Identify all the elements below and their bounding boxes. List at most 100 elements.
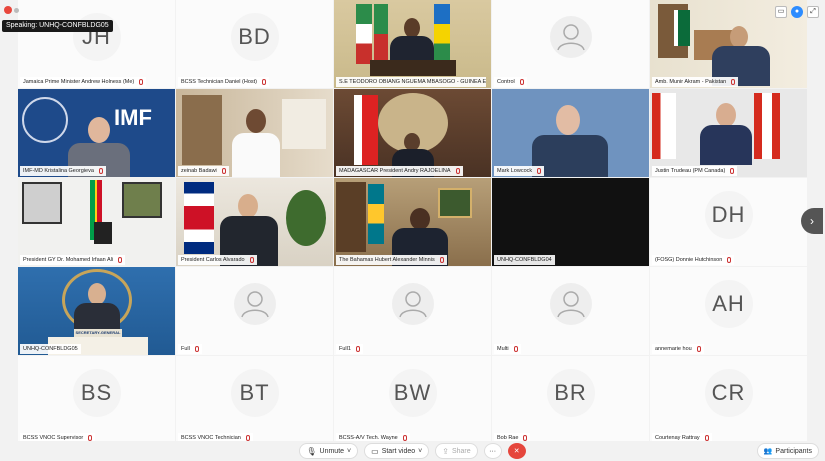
participant-name: UNHQ-CONFBLDG05 (20, 344, 81, 354)
video-feed (492, 89, 649, 177)
participant-tile[interactable]: AH annemarie hou (650, 267, 807, 355)
mic-muted-icon (537, 168, 542, 174)
podium-sign: SECRETARY-GENERAL (74, 329, 122, 337)
next-page-button[interactable]: › (801, 208, 823, 234)
participant-initials: BW (388, 368, 437, 417)
video-feed (334, 178, 491, 266)
participant-tile[interactable]: BS BCSS VNOC Supervisor (18, 356, 175, 444)
video-feed (334, 89, 491, 177)
unmute-button[interactable]: 🎙 Unmute ˅ (299, 443, 359, 459)
video-off-icon: ▭ (371, 446, 379, 456)
view-controls: ▭ ● ⤢ (775, 6, 819, 18)
mic-muted-icon (355, 346, 360, 352)
participants-button[interactable]: 👥 Participants (756, 443, 819, 459)
participant-name: The Bahamas Hubert Alexander Minnis (336, 255, 447, 265)
shield-icon[interactable]: ● (791, 6, 803, 18)
avatar-placeholder-icon (549, 282, 592, 325)
mic-muted-icon (731, 79, 736, 85)
mic-muted-icon (118, 257, 123, 263)
participant-tile[interactable]: MADAGASCAR President Andry RAJOELINA (334, 89, 491, 177)
avatar-placeholder-icon (549, 15, 592, 58)
recording-indicator-icon (4, 6, 12, 14)
participant-tile[interactable]: zeinab Badawi (176, 89, 333, 177)
participant-tile[interactable]: Full1 (334, 267, 491, 355)
mic-muted-icon (262, 79, 267, 85)
participant-initials: AH (704, 279, 753, 328)
participant-name: BCSS Technician Daniel (Host) (178, 77, 270, 87)
status-dot-icon (14, 8, 19, 13)
participant-name: UNHQ-CONFBLDG04 (494, 255, 555, 265)
chevron-right-icon: › (810, 214, 814, 228)
participant-name: annemarie hou (652, 344, 704, 354)
participant-name: Jamaica Prime Minister Andrew Holness (M… (20, 77, 147, 87)
participant-tile[interactable]: Full (176, 267, 333, 355)
video-conference-window: Speaking: UNHQ-CONFBLDG05 ▭ ● ⤢ JH Jamai… (0, 0, 825, 461)
leave-meeting-button[interactable]: ✕ (507, 443, 526, 459)
chevron-down-icon: ˅ (347, 447, 352, 455)
mic-muted-icon (455, 168, 460, 174)
participant-tile[interactable]: Justin Trudeau (PM Canada) (650, 89, 807, 177)
participant-name: President GY Dr. Mohamed Irfaan Ali (20, 255, 126, 265)
mic-muted-icon (98, 168, 103, 174)
participant-tile[interactable]: Control (492, 0, 649, 88)
participant-tile[interactable]: BT BCSS VNOC Technician (176, 356, 333, 444)
participant-tile[interactable]: Multi (492, 267, 649, 355)
close-icon: ✕ (513, 448, 520, 455)
participant-grid: JH Jamaica Prime Minister Andrew Holness… (18, 0, 807, 444)
avatar-placeholder-icon (233, 282, 276, 325)
participant-tile[interactable]: UNHQ-CONFBLDG04 (492, 178, 649, 266)
participant-name: Multi (494, 344, 521, 354)
participant-name: Full (178, 344, 202, 354)
participant-tile-active-speaker[interactable]: SECRETARY-GENERAL UNHQ-CONFBLDG05 (18, 267, 175, 355)
mic-muted-icon (249, 257, 254, 263)
fullscreen-icon[interactable]: ⤢ (807, 6, 819, 18)
participant-tile[interactable]: President GY Dr. Mohamed Irfaan Ali (18, 178, 175, 266)
people-icon: 👥 (763, 448, 773, 455)
participant-name: IMF-MD Kristalina Georgieva (20, 166, 106, 176)
participant-name: zeinab Badawi (178, 166, 229, 176)
avatar-placeholder-icon (391, 282, 434, 325)
speaking-indicator: Speaking: UNHQ-CONFBLDG05 (2, 20, 113, 32)
mic-muted-icon (730, 168, 735, 174)
start-video-button[interactable]: ▭ Start video ˅ (364, 443, 430, 459)
meeting-toolbar: 🎙 Unmute ˅ ▭ Start video ˅ ⇪ Share ··· ✕ (0, 441, 825, 461)
video-feed: IMF (18, 89, 175, 177)
video-feed: SECRETARY-GENERAL (18, 267, 175, 355)
participant-tile[interactable]: BR Bob Rae (492, 356, 649, 444)
participant-name: Control (494, 77, 527, 87)
participant-initials: BS (72, 368, 121, 417)
more-options-button[interactable]: ··· (483, 443, 502, 459)
participant-tile[interactable]: DH (FOSG) Donnie Hutchinson (650, 178, 807, 266)
participant-tile[interactable]: The Bahamas Hubert Alexander Minnis (334, 178, 491, 266)
imf-logo: IMF (114, 105, 152, 130)
participant-initials: BD (230, 12, 279, 61)
participant-tile[interactable]: President Carlos Alvarado (176, 178, 333, 266)
chevron-down-icon: ˅ (418, 447, 423, 455)
participant-name: S.E TEODORO OBIANG NGUEMA MBASOGO - GUIN… (336, 77, 486, 87)
participant-name: Full1 (336, 344, 363, 354)
participant-initials: BR (546, 368, 595, 417)
participant-name: Justin Trudeau (PM Canada) (652, 166, 738, 176)
participant-tile[interactable]: S.E TEODORO OBIANG NGUEMA MBASOGO - GUIN… (334, 0, 491, 88)
participant-name: President Carlos Alvarado (178, 255, 257, 265)
mic-muted-icon (513, 346, 518, 352)
participant-tile[interactable]: BD BCSS Technician Daniel (Host) (176, 0, 333, 88)
mic-muted-icon (696, 346, 701, 352)
participant-initials: BT (230, 368, 279, 417)
participant-tile[interactable]: JH Jamaica Prime Minister Andrew Holness… (18, 0, 175, 88)
participant-tile[interactable]: IMF IMF-MD Kristalina Georgieva (18, 89, 175, 177)
share-icon: ⇪ (442, 446, 449, 456)
share-button[interactable]: ⇪ Share (435, 443, 478, 459)
mic-muted-icon (727, 257, 732, 263)
mic-muted-icon (519, 79, 524, 85)
participant-name: Amb. Munir Akram - Pakistan (652, 77, 739, 87)
mic-muted-icon (194, 346, 199, 352)
participant-tile[interactable]: BW BCSS-A/V Tech. Wayne (334, 356, 491, 444)
video-feed (334, 0, 491, 88)
view-toggle-icon[interactable]: ▭ (775, 6, 787, 18)
participant-initials: DH (704, 190, 753, 239)
mic-muted-icon (221, 168, 226, 174)
participant-tile[interactable]: CR Courtenay Rattray (650, 356, 807, 444)
video-feed (18, 178, 175, 266)
participant-tile[interactable]: Mark Lowcock (492, 89, 649, 177)
